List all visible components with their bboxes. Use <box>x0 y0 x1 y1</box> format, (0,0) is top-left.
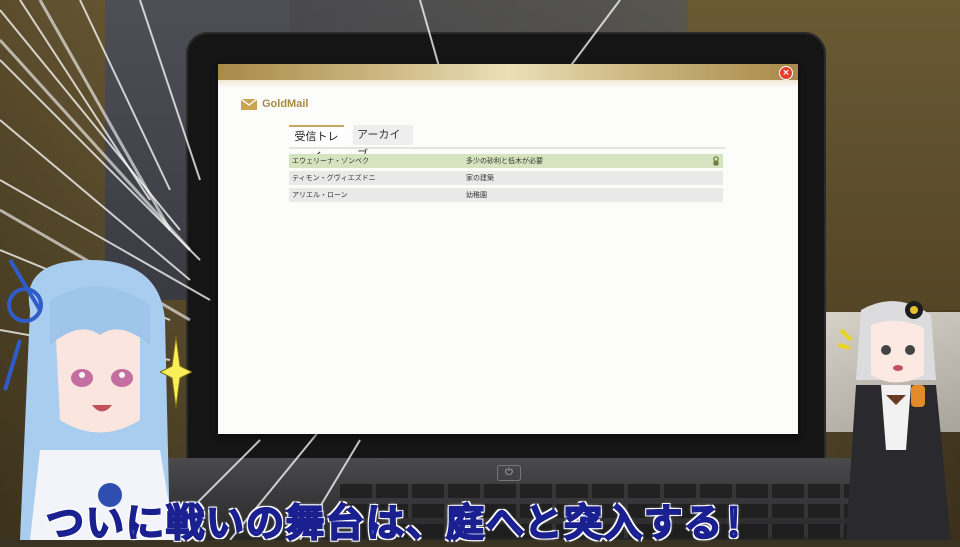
mail-row[interactable]: アリエル・ローン 幼稚園 <box>289 188 723 202</box>
mail-subject: 多少の砂利と低木が必要 <box>466 157 543 165</box>
window-header-shade <box>218 80 798 88</box>
close-button[interactable]: × <box>779 66 793 80</box>
envelope-icon <box>241 98 257 110</box>
tab-inbox[interactable]: 受信トレイ <box>289 125 344 163</box>
mail-window: × GoldMail 受信トレイ アーカイブ エウェリーナ・ゾンベク 多少の砂利… <box>218 64 798 434</box>
mailbox-tabs: 受信トレイ アーカイブ <box>289 125 725 163</box>
mail-row[interactable]: エウェリーナ・ゾンベク 多少の砂利と低木が必要 <box>289 154 723 168</box>
background-paper <box>826 312 960 432</box>
tab-archive[interactable]: アーカイブ <box>353 125 413 161</box>
mail-subject: 幼稚園 <box>466 191 487 199</box>
mail-subject: 家の建築 <box>466 174 494 182</box>
app-name: GoldMail <box>262 98 309 110</box>
close-icon: × <box>782 68 790 78</box>
attachment-icon <box>713 156 719 166</box>
power-key: ⏻ <box>497 465 521 481</box>
mail-list: エウェリーナ・ゾンベク 多少の砂利と低木が必要 ティモン・グヴィエズドニ 家の建… <box>289 154 723 205</box>
app-logo: GoldMail <box>241 96 308 112</box>
mail-sender: ティモン・グヴィエズドニ <box>292 174 376 182</box>
window-header <box>218 64 798 80</box>
mail-row[interactable]: ティモン・グヴィエズドニ 家の建築 <box>289 171 723 185</box>
mail-sender: エウェリーナ・ゾンベク <box>292 157 369 165</box>
mail-sender: アリエル・ローン <box>292 191 348 199</box>
caption-subtitle: ついに戦いの舞台は、庭へと突入する！ <box>45 500 765 546</box>
